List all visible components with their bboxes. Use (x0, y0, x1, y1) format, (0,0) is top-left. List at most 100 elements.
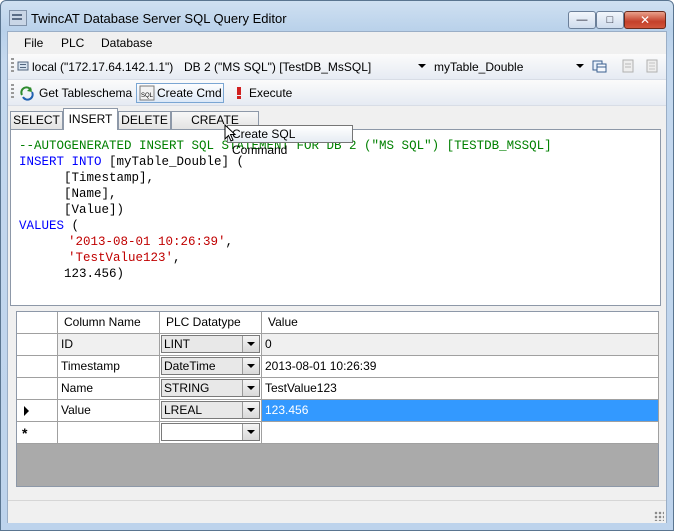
cell-column-name[interactable]: Name (58, 378, 160, 400)
cell-column-name[interactable]: Timestamp (58, 356, 160, 378)
execute-label: Execute (249, 86, 293, 100)
mouse-cursor-icon (224, 124, 237, 142)
datatype-combo[interactable]: STRING (161, 379, 260, 397)
datatype-combo-value: LINT (164, 337, 191, 351)
tab-delete[interactable]: DELETE (118, 111, 171, 129)
combo-arrow-icon[interactable] (242, 424, 259, 440)
code-keyword-values: VALUES (19, 219, 65, 233)
maximize-button[interactable]: □ (596, 11, 624, 29)
datatype-combo-value: STRING (164, 381, 210, 395)
server-icon (17, 61, 29, 71)
grid-corner-header (17, 312, 58, 334)
table-view-icon[interactable] (592, 58, 608, 74)
header-column-name[interactable]: Column Name (58, 312, 160, 334)
svg-text:SQL: SQL (141, 93, 154, 99)
action-toolbar-grip[interactable] (11, 84, 14, 100)
app-icon (9, 10, 27, 26)
action-toolbar: Get Tableschema SQL Create Cmd Execute (8, 80, 666, 106)
new-row-value[interactable] (262, 422, 659, 444)
code-values-paren: ( (64, 219, 80, 233)
datatype-combo-empty[interactable] (161, 423, 260, 441)
combo-arrow-icon[interactable] (242, 358, 259, 374)
cell-column-name[interactable]: Value (58, 400, 160, 422)
combo-arrow-icon[interactable] (242, 336, 259, 352)
code-line-date-value: '2013-08-01 10:26:39', (68, 234, 233, 250)
execute-button[interactable]: Execute (228, 83, 298, 103)
get-tableschema-label: Get Tableschema (39, 86, 133, 100)
current-row-arrow-icon (24, 406, 29, 416)
refresh-schema-icon (20, 86, 34, 101)
code-line-name-value: 'TestValue123', (68, 250, 181, 266)
window-title: TwincAT Database Server SQL Query Editor (31, 11, 287, 26)
datatype-combo[interactable]: LINT (161, 335, 260, 353)
header-value[interactable]: Value (262, 312, 659, 334)
code-line-timestamp: [Timestamp], (19, 171, 155, 185)
close-button[interactable]: ✕ (624, 11, 666, 29)
code-comma-1: , (225, 235, 234, 249)
minimize-button[interactable]: — (568, 11, 596, 29)
cell-datatype[interactable]: DateTime (160, 356, 262, 378)
resize-grip-icon[interactable] (654, 511, 664, 521)
menu-database[interactable]: Database (101, 36, 152, 50)
row-header[interactable] (17, 334, 58, 356)
combo-arrow-icon[interactable] (242, 402, 259, 418)
row-header-current[interactable] (17, 400, 58, 422)
row-header-new[interactable]: * (17, 422, 58, 444)
add-table-icon[interactable] (620, 58, 636, 74)
close-icon: ✕ (639, 13, 651, 27)
datatype-combo[interactable]: DateTime (161, 357, 260, 375)
cell-value[interactable]: TestValue123 (262, 378, 659, 400)
sql-icon: SQL (139, 85, 155, 101)
database-dropdown[interactable]: DB 2 ("MS SQL") [TestDB_MsSQL] (184, 60, 371, 74)
cell-value-selected[interactable]: 123.456 (262, 400, 659, 422)
datatype-combo[interactable]: LREAL (161, 401, 260, 419)
combo-arrow-icon[interactable] (242, 380, 259, 396)
sql-editor[interactable]: --AUTOGENERATED INSERT SQL STATEMENT FOR… (10, 129, 661, 306)
create-cmd-tooltip: Create SQL Command (227, 125, 353, 157)
server-dropdown[interactable]: local ("172.17.64.142.1.1") (32, 60, 173, 74)
code-keyword-insert: INSERT INTO (19, 155, 102, 169)
database-dropdown-arrow-icon[interactable] (418, 64, 426, 68)
title-bar[interactable]: TwincAT Database Server SQL Query Editor… (1, 1, 673, 31)
new-row-datatype[interactable] (160, 422, 262, 444)
menu-bar: File PLC Database (8, 32, 666, 54)
code-table-name: [myTable_Double] ( (101, 155, 245, 169)
code-line-values: VALUES ( (19, 218, 79, 234)
cell-datatype[interactable]: LREAL (160, 400, 262, 422)
minimize-icon: — (576, 14, 588, 26)
menu-file[interactable]: File (24, 36, 43, 50)
new-row-column-name[interactable] (58, 422, 160, 444)
client-area: File PLC Database local ("172.17.64.142.… (7, 31, 667, 523)
tab-select[interactable]: SELECT (10, 111, 63, 129)
column-grid: Column Name PLC Datatype Value ID LINT 0… (16, 311, 659, 487)
datatype-combo-value: LREAL (164, 403, 203, 417)
header-plc-datatype[interactable]: PLC Datatype (160, 312, 262, 334)
status-bar (8, 500, 666, 523)
code-line-name: [Name], (19, 187, 117, 201)
get-tableschema-button[interactable]: Get Tableschema (16, 83, 134, 103)
datatype-combo-value: DateTime (164, 359, 216, 373)
tab-insert[interactable]: INSERT (63, 108, 118, 130)
cell-value[interactable]: 2013-08-01 10:26:39 (262, 356, 659, 378)
code-string-name: 'TestValue123' (68, 251, 174, 265)
menu-plc[interactable]: PLC (61, 36, 84, 50)
create-cmd-label: Create Cmd (157, 86, 222, 100)
row-header[interactable] (17, 356, 58, 378)
cell-datatype[interactable]: STRING (160, 378, 262, 400)
new-row-asterisk-icon: * (22, 425, 28, 441)
exclamation-icon (237, 87, 241, 99)
code-line-insert: INSERT INTO [myTable_Double] ( (19, 154, 244, 170)
code-string-date: '2013-08-01 10:26:39' (68, 235, 226, 249)
cell-value[interactable]: 0 (262, 334, 659, 356)
create-cmd-button[interactable]: SQL Create Cmd (136, 83, 224, 103)
maximize-icon: □ (606, 14, 614, 26)
table-dropdown-arrow-icon[interactable] (576, 64, 584, 68)
code-line-value: [Value]) (19, 203, 125, 217)
cell-column-name[interactable]: ID (58, 334, 160, 356)
toolbar-grip[interactable] (11, 58, 14, 74)
table-dropdown[interactable]: myTable_Double (434, 60, 523, 74)
delete-table-icon[interactable] (644, 58, 660, 74)
row-header[interactable] (17, 378, 58, 400)
cell-datatype[interactable]: LINT (160, 334, 262, 356)
code-line-number-value: 123.456) (19, 267, 125, 281)
